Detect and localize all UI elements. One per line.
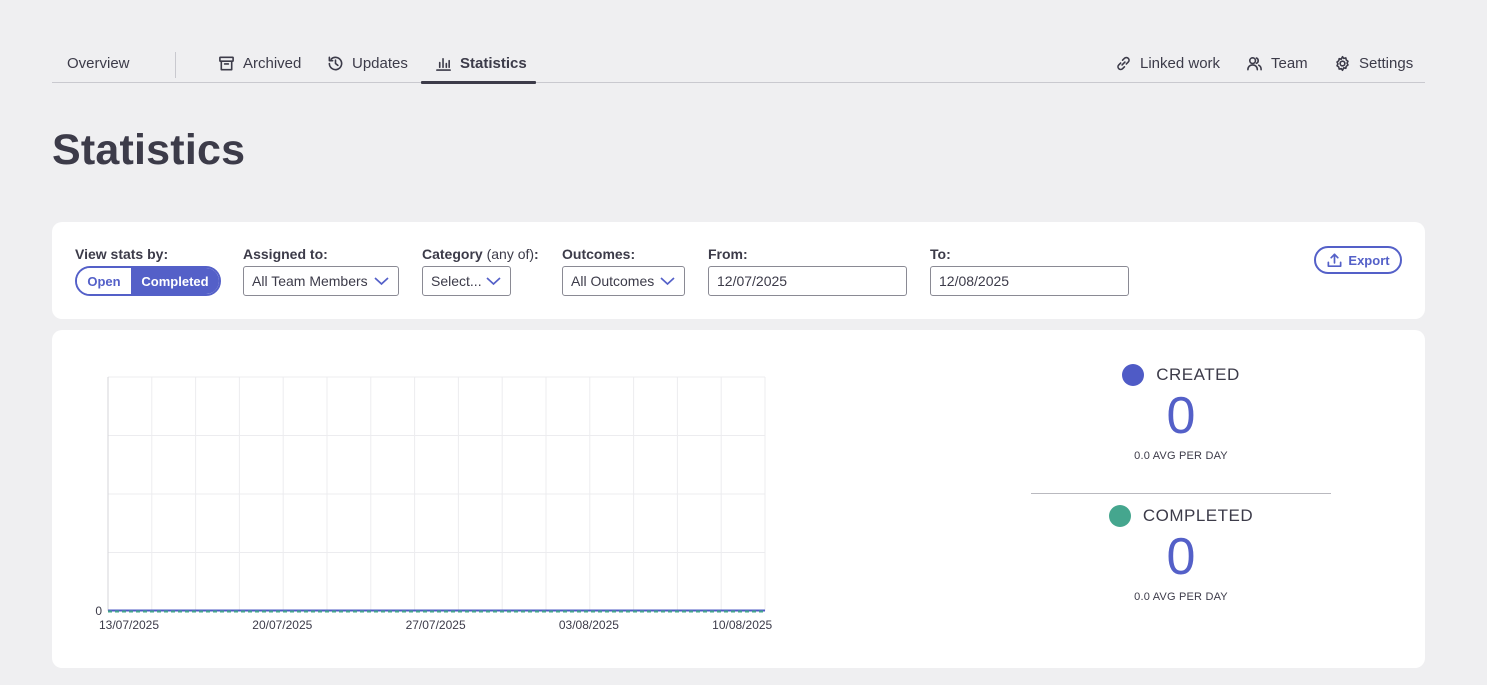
link-icon xyxy=(1117,56,1130,71)
tab-statistics[interactable]: Statistics xyxy=(435,44,527,83)
category-select[interactable]: Select... xyxy=(422,266,511,296)
assigned-to-label: Assigned to: xyxy=(243,246,328,262)
archive-icon xyxy=(219,56,234,71)
stats-divider xyxy=(1031,493,1331,494)
category-label-colon: : xyxy=(534,246,539,262)
gear-icon xyxy=(1336,55,1349,72)
completed-stat: COMPLETED 0 0.0 AVG PER DAY xyxy=(1031,505,1331,603)
view-stats-label: View stats by: xyxy=(75,246,169,262)
tab-overview-label: Overview xyxy=(67,55,130,72)
nav-divider xyxy=(175,52,176,78)
chart-x-tick-label: 27/07/2025 xyxy=(406,618,466,632)
to-date-input[interactable]: 12/08/2025 xyxy=(930,266,1129,296)
tab-updates[interactable]: Updates xyxy=(327,44,408,83)
stats-line-chart: 013/07/2025 20/07/2025 27/07/2025 03/08/202… xyxy=(95,376,773,632)
upload-icon xyxy=(1327,253,1342,267)
chart-x-tick-label: 13/07/2025 xyxy=(99,618,159,632)
chart-x-tick-label: 20/07/2025 xyxy=(252,618,312,632)
chart-x-tick-label: 10/08/2025 xyxy=(712,618,772,632)
top-nav: Overview Archived Updates Statistics Lin… xyxy=(52,44,1425,84)
tab-linked-work-label: Linked work xyxy=(1140,55,1221,72)
completed-count: 0 xyxy=(1166,528,1196,586)
active-tab-indicator xyxy=(421,81,536,84)
chart-x-tick-label: 03/08/2025 xyxy=(559,618,619,632)
team-icon xyxy=(1247,57,1262,71)
to-label: To: xyxy=(930,246,951,262)
stats-panel: 0 13/07/2025 20/07/2025 27/07/2025 03/08/202… xyxy=(52,330,1425,668)
completed-avg: 0.0 AVG PER DAY xyxy=(1134,591,1228,603)
outcomes-value: All Outcomes xyxy=(571,273,655,289)
tab-overview[interactable]: Overview xyxy=(67,44,130,83)
tab-updates-label: Updates xyxy=(352,55,408,72)
tab-settings-label: Settings xyxy=(1359,55,1414,72)
completed-label: COMPLETED xyxy=(1142,506,1254,525)
category-label-main: Category xyxy=(422,246,483,262)
tab-linked-work[interactable]: Linked work xyxy=(1115,44,1220,83)
assigned-to-value: All Team Members xyxy=(252,273,368,289)
category-label-extra: (any of) xyxy=(486,246,535,262)
created-count: 0 xyxy=(1166,387,1196,445)
toggle-open-button[interactable]: Open xyxy=(77,268,131,294)
page-title: Statistics xyxy=(52,126,246,174)
tab-settings[interactable]: Settings xyxy=(1334,44,1413,83)
tab-archived[interactable]: Archived xyxy=(218,44,301,83)
view-stats-toggle: Open Completed xyxy=(75,266,221,296)
bar-chart-icon xyxy=(436,57,451,71)
completed-legend: COMPLETED xyxy=(1031,505,1331,527)
category-label: Category (any of): xyxy=(422,246,539,262)
chart-y-tick-label: 0 xyxy=(95,604,102,618)
created-avg: 0.0 AVG PER DAY xyxy=(1134,450,1228,462)
created-legend: CREATED xyxy=(1031,364,1331,386)
created-label: CREATED xyxy=(1156,365,1240,384)
tab-team[interactable]: Team xyxy=(1246,44,1308,83)
from-date-input[interactable]: 12/07/2025 xyxy=(708,266,907,296)
outcomes-select[interactable]: All Outcomes xyxy=(562,266,685,296)
tab-team-label: Team xyxy=(1271,55,1308,72)
chevron-down-icon xyxy=(660,277,675,286)
export-label: Export xyxy=(1348,252,1390,268)
completed-legend-dot xyxy=(1108,505,1131,527)
history-icon xyxy=(328,56,343,71)
filter-panel: View stats by: Open Completed Assigned t… xyxy=(52,222,1425,319)
tab-archived-label: Archived xyxy=(243,55,302,72)
outcomes-label: Outcomes: xyxy=(562,246,636,262)
toggle-completed-button[interactable]: Completed xyxy=(131,268,219,294)
category-value: Select... xyxy=(431,273,482,289)
export-button[interactable]: Export xyxy=(1314,246,1402,274)
chevron-down-icon xyxy=(374,277,389,286)
created-legend-dot xyxy=(1122,364,1145,386)
chevron-down-icon xyxy=(486,277,501,286)
assigned-to-select[interactable]: All Team Members xyxy=(243,266,399,296)
from-label: From: xyxy=(708,246,748,262)
tab-statistics-label: Statistics xyxy=(460,55,527,72)
created-stat: CREATED 0 0.0 AVG PER DAY xyxy=(1031,364,1331,462)
